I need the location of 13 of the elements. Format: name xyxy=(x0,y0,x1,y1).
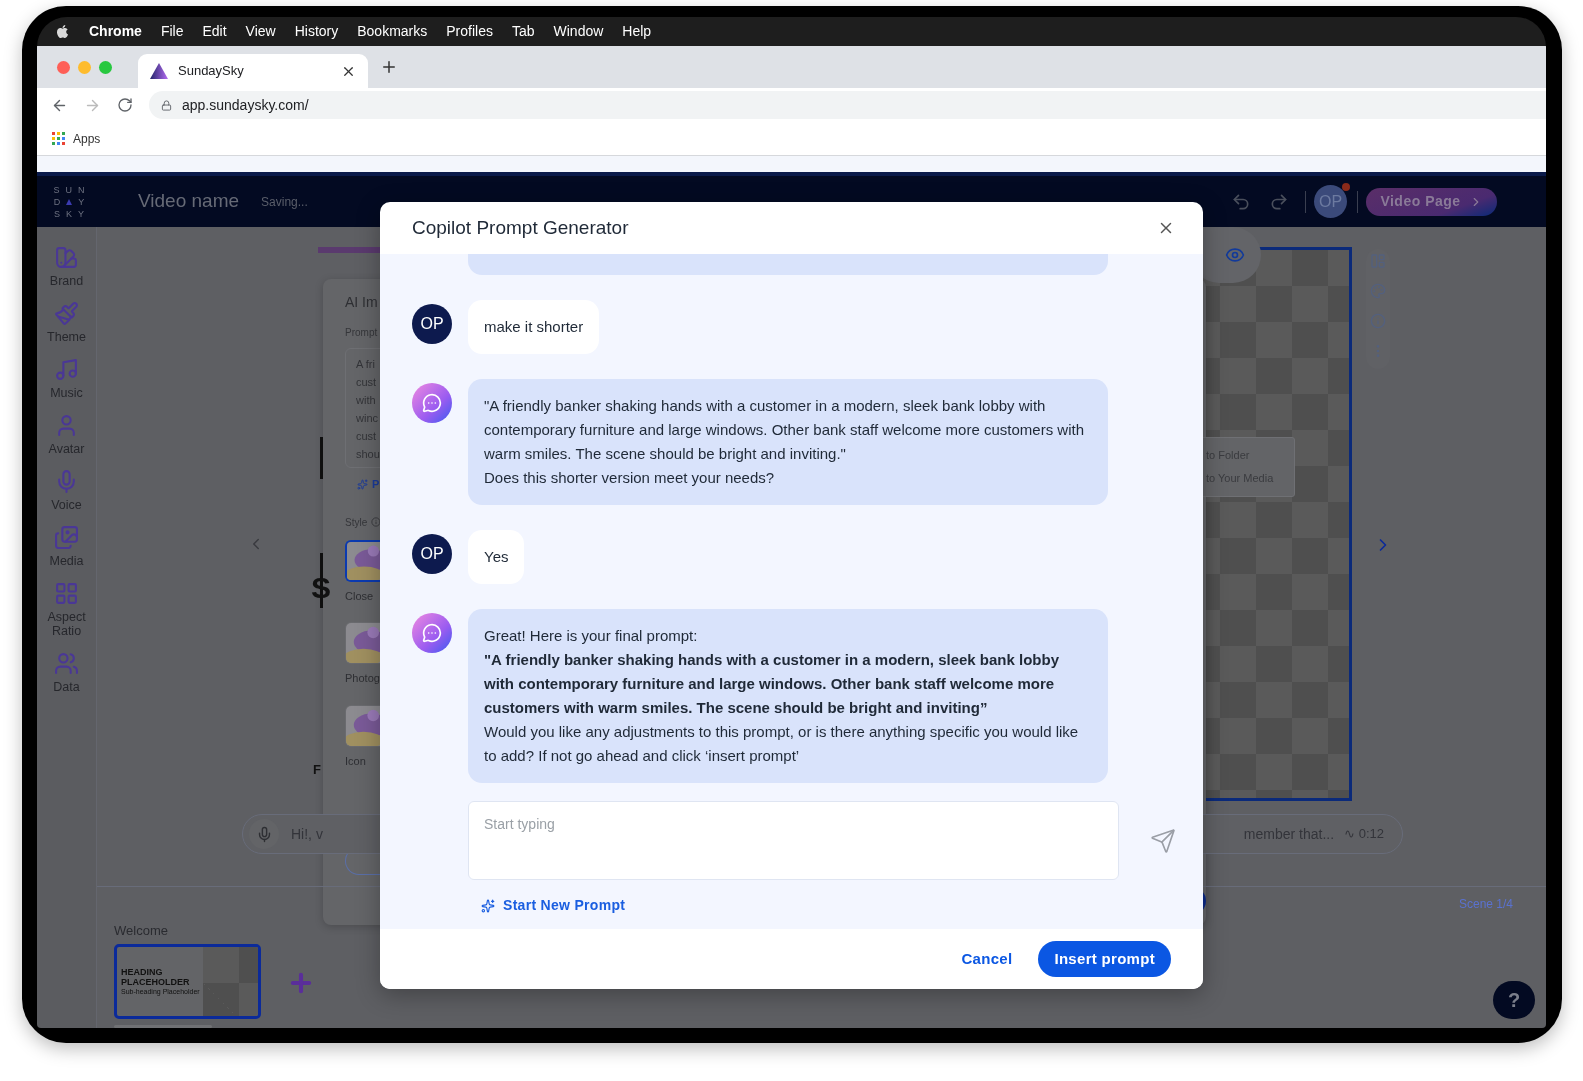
chat-message: Yes xyxy=(468,530,525,584)
chat-message: make it shorter xyxy=(468,300,600,354)
canvas-text: F xyxy=(313,761,321,779)
user-avatar: OP xyxy=(412,304,452,344)
user-avatar: OP xyxy=(412,534,452,574)
thumbnail-heading: HEADING PLACEHOLDER xyxy=(121,966,191,987)
logo: SUN D Y SKY xyxy=(52,183,92,220)
save-status: Saving... xyxy=(261,193,308,211)
tab-title: SundaySky xyxy=(178,62,245,81)
chat-message: Great! Here is your final prompt: "A friendly banker shaking hands with a customer in a modern, sleek bank lobby with contemporary furniture and large windows. Other bank staff welcome more customers with warm smiles. The scene should be bright and inviting” Would you like any adjustments to this prompt, or is there anything specific you would like to add? If not go ahead and click ‘insert prompt’ xyxy=(468,609,1108,783)
scene-counter: Scene 1/4 xyxy=(1458,896,1513,913)
dialog-title: Copilot Prompt Generator xyxy=(412,215,629,240)
chat-message: "A friendly banker shaking hands with a customer in a modern, sleek bank lobby with contemporary furniture and large windows. Other bank staff welcome more customers with warm smiles. The scene should be bright and inviting." Does this shorter version meet your needs? xyxy=(468,379,1108,505)
